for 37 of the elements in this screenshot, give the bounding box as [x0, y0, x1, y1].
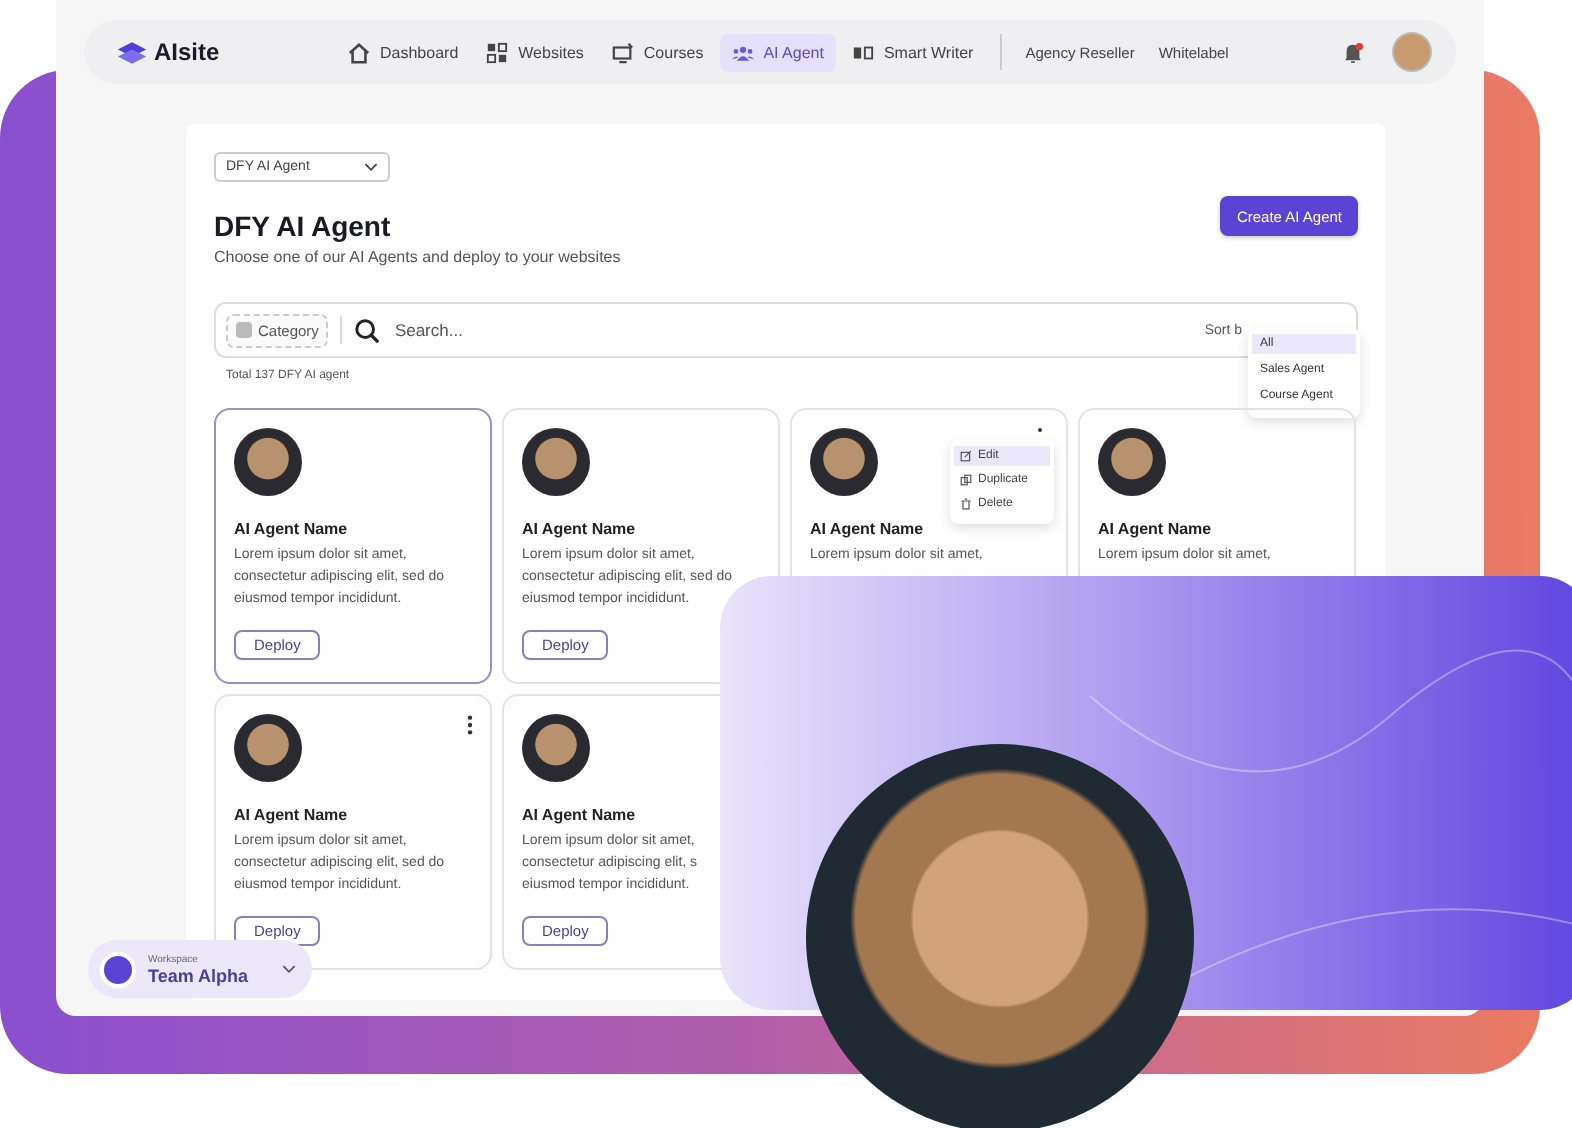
avatar [522, 714, 590, 782]
agent-name: AI Agent Name [522, 806, 636, 824]
agent-name: AI Agent Name [522, 520, 636, 538]
nav-tab[interactable]: Courses [599, 33, 716, 71]
nav-tab[interactable]: Websites [474, 33, 596, 71]
search-icon [354, 317, 381, 343]
workspace-name: Team Alpha [148, 965, 249, 985]
monitor-icon [611, 41, 634, 63]
grid-icon [486, 41, 509, 63]
book-icon [851, 41, 874, 63]
avatar [810, 428, 878, 496]
more-icon[interactable] [466, 714, 474, 736]
agent-name: AI Agent Name [234, 806, 348, 824]
avatar [234, 428, 302, 496]
chevron-down-icon [364, 162, 378, 172]
avatar [1098, 428, 1166, 496]
agent-name: AI Agent Name [234, 520, 348, 538]
home-icon [348, 41, 370, 63]
brand-name: AIsite [154, 38, 220, 66]
people-icon [731, 41, 754, 63]
trash-icon [960, 498, 972, 510]
edit-icon [960, 450, 972, 462]
nav-tab[interactable]: Smart Writer [839, 33, 986, 71]
search-input[interactable]: Search... [394, 316, 1205, 344]
avatar [234, 714, 302, 782]
nav-tab[interactable]: AI Agent [719, 33, 836, 71]
nav-tab[interactable]: Dashboard [336, 33, 471, 71]
page-title: DFY AI Agent [214, 210, 393, 242]
chevron-down-icon [282, 964, 296, 974]
agent-name: AI Agent Name [810, 520, 924, 538]
avatar [522, 428, 590, 496]
logo-icon [116, 39, 148, 65]
bell-icon[interactable] [1342, 41, 1364, 63]
agent-name: AI Agent Name [1098, 520, 1212, 538]
copy-icon [960, 474, 972, 486]
page-subtitle: Choose one of our AI Agents and deploy to your websites [214, 248, 621, 266]
workspace-icon [100, 951, 136, 987]
